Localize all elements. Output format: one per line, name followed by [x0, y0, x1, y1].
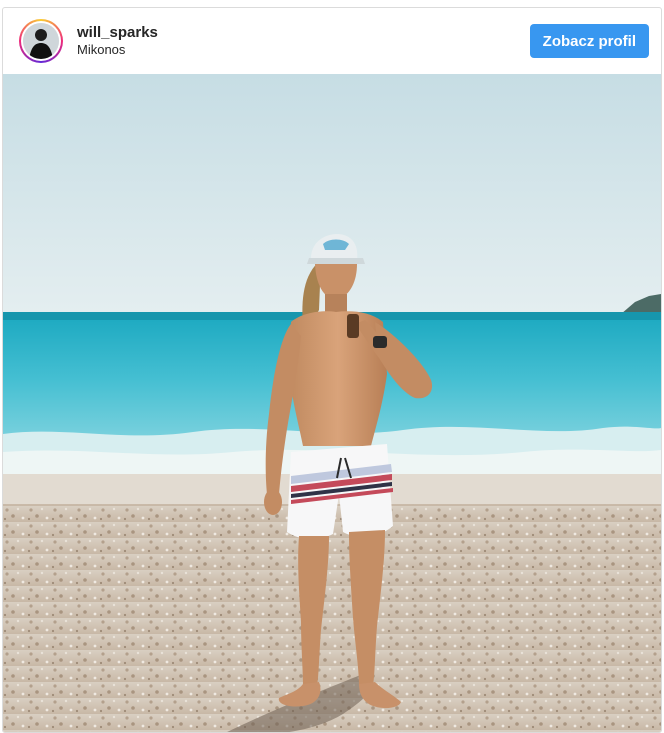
beach-photo [3, 74, 661, 732]
user-meta: will_sparks Mikonos [77, 24, 530, 58]
post-header: will_sparks Mikonos Zobacz profil [3, 8, 661, 74]
instagram-embed: will_sparks Mikonos Zobacz profil [2, 7, 662, 733]
location[interactable]: Mikonos [77, 42, 530, 58]
view-profile-button[interactable]: Zobacz profil [529, 24, 649, 58]
username[interactable]: will_sparks [77, 24, 530, 42]
post-photo[interactable] [3, 74, 661, 732]
avatar-icon [23, 23, 59, 59]
avatar[interactable] [19, 19, 63, 63]
